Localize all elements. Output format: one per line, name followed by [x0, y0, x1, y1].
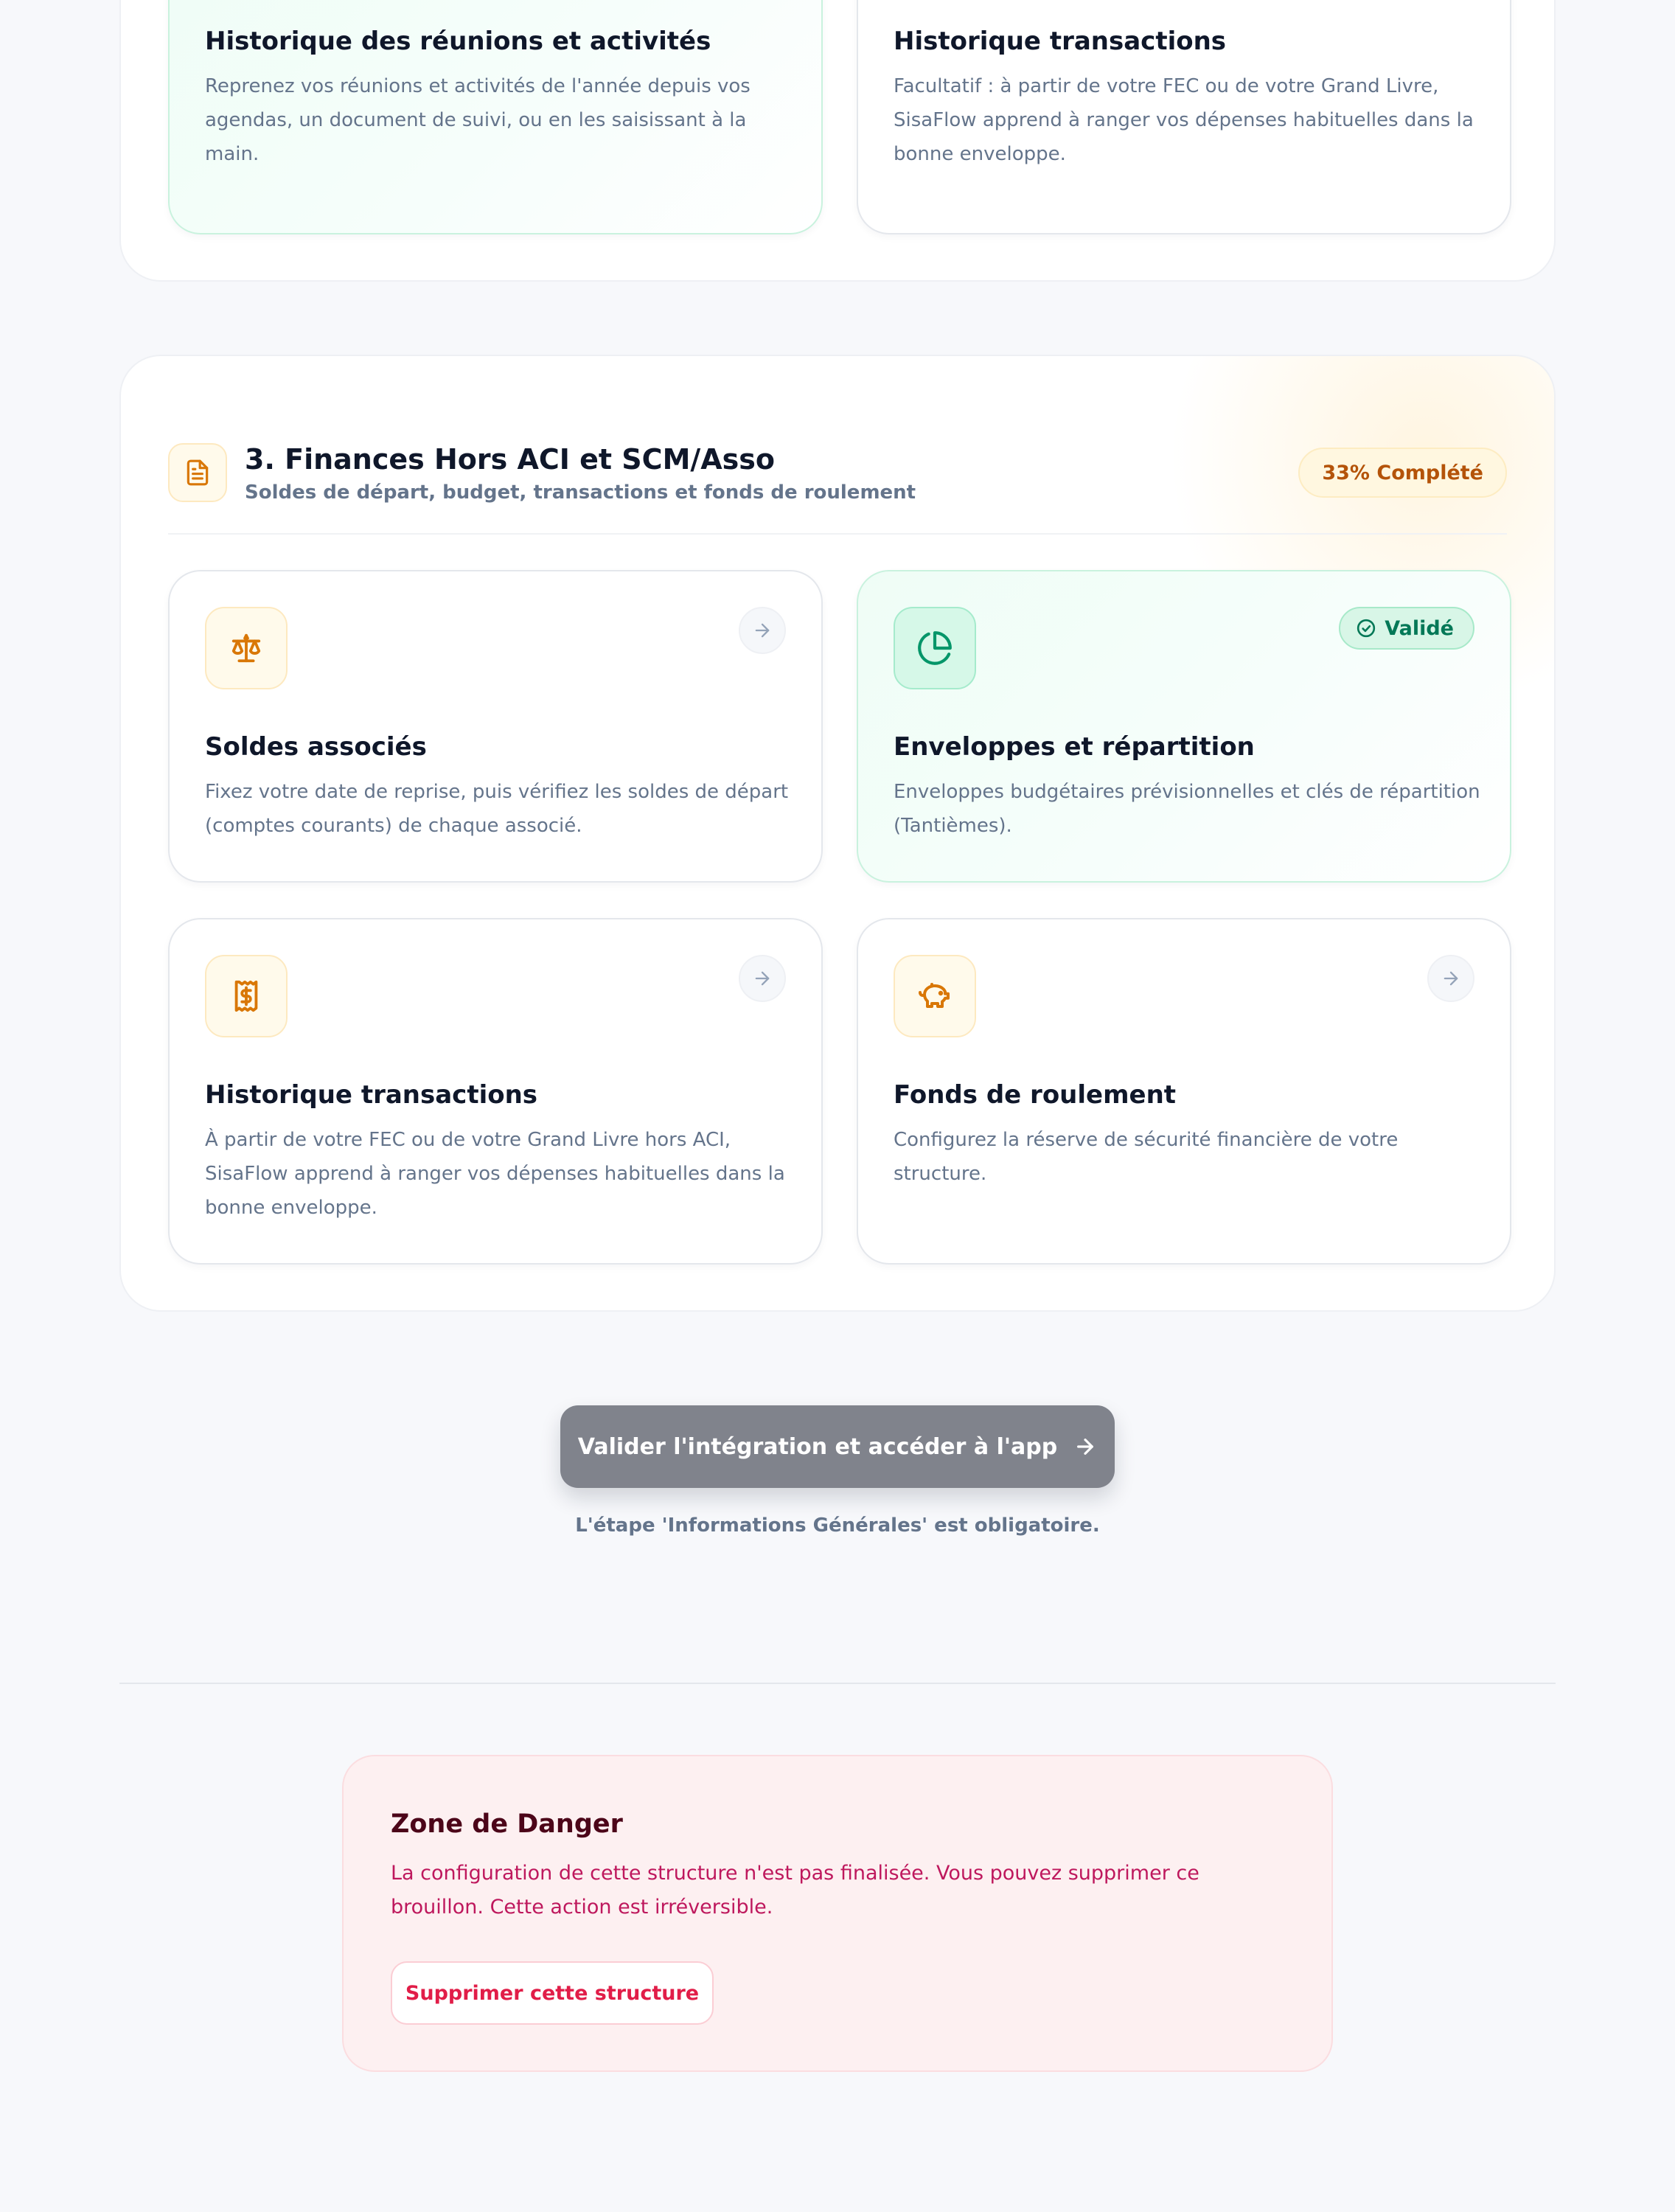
card-title: Enveloppes et répartition: [894, 732, 1255, 762]
card-description: Reprenez vos réunions et activités de l'…: [205, 75, 751, 165]
section-title: 3. Finances Hors ACI et SCM/Asso: [245, 443, 776, 476]
arrow-right-icon[interactable]: [739, 607, 786, 654]
section-divider: [168, 533, 1507, 535]
card-title: Fonds de roulement: [894, 1080, 1177, 1110]
danger-zone-title: Zone de Danger: [391, 1809, 623, 1839]
card-title: Soldes associés: [205, 732, 427, 762]
cta-label: Valider l'intégration et accéder à l'app: [577, 1433, 1058, 1460]
card-description: Facultatif : à partir de votre FEC ou de…: [894, 75, 1474, 165]
validated-badge: Validé: [1339, 607, 1474, 650]
card-description: Configurez la réserve de sécurité financ…: [894, 1129, 1399, 1185]
validate-integration-button[interactable]: Valider l'intégration et accéder à l'app: [560, 1405, 1115, 1488]
arrow-right-icon[interactable]: [1427, 955, 1474, 1002]
danger-zone-description: La configuration de cette structure n'es…: [391, 1862, 1199, 1919]
section-subtitle: Soldes de départ, budget, transactions e…: [245, 481, 916, 504]
badge-label: Validé: [1385, 616, 1454, 640]
page-divider: [119, 1683, 1556, 1684]
card-description: Fixez votre date de reprise, puis vérifi…: [205, 781, 789, 837]
card-historique-transactions[interactable]: Historique transactions À partir de votr…: [168, 918, 823, 1265]
pie-chart-icon: [894, 607, 976, 689]
card-fonds-roulement[interactable]: Fonds de roulement Configurez la réserve…: [857, 918, 1511, 1265]
card-soldes-associes[interactable]: Soldes associés Fixez votre date de repr…: [168, 570, 823, 883]
progress-badge: 33% Complété: [1298, 448, 1507, 498]
arrow-right-icon: [1077, 1439, 1094, 1455]
arrow-right-icon[interactable]: [739, 955, 786, 1002]
card-description: À partir de votre FEC ou de votre Grand …: [205, 1129, 785, 1219]
piggy-bank-icon: [894, 955, 976, 1037]
card-enveloppes-repartition[interactable]: Validé Enveloppes et répartition Envelop…: [857, 570, 1511, 883]
file-text-icon: [168, 443, 227, 502]
card-title: Historique des réunions et activités: [205, 27, 711, 56]
section-finances: 3. Finances Hors ACI et SCM/Asso Soldes …: [119, 355, 1556, 1312]
section-meetings-transactions: Historique des réunions et activités Rep…: [119, 0, 1556, 282]
delete-structure-button[interactable]: Supprimer cette structure: [391, 1961, 714, 2025]
card-transactions-history-aci[interactable]: Historique transactions Facultatif : à p…: [857, 0, 1511, 234]
danger-zone: Zone de Danger La configuration de cette…: [342, 1755, 1333, 2072]
card-description: Enveloppes budgétaires prévisionnelles e…: [894, 781, 1480, 837]
check-circle-icon: [1357, 619, 1376, 638]
card-meetings-history[interactable]: Historique des réunions et activités Rep…: [168, 0, 823, 234]
card-title: Historique transactions: [894, 27, 1227, 56]
card-title: Historique transactions: [205, 1080, 538, 1110]
cta-requirement-note: L'étape 'Informations Générales' est obl…: [575, 1514, 1100, 1537]
scale-icon: [205, 607, 288, 689]
receipt-dollar-icon: [205, 955, 288, 1037]
